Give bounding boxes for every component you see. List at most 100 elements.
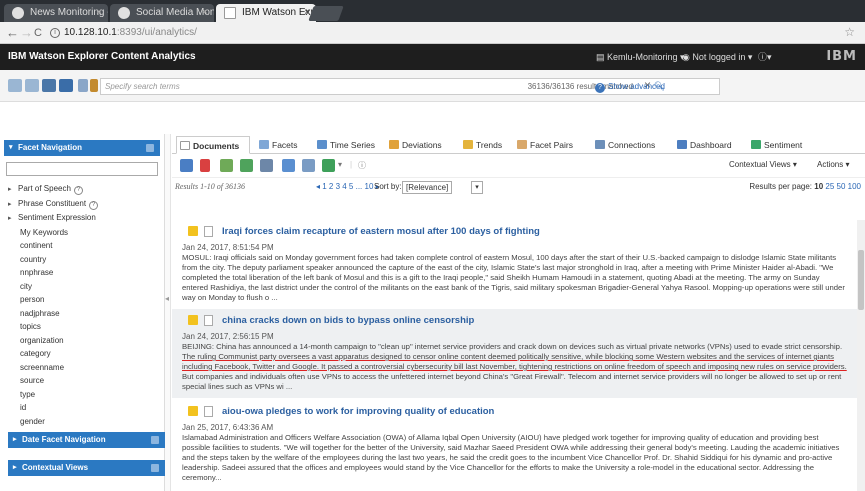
refresh-icon[interactable]: [59, 79, 73, 92]
sentiment-icon: [751, 140, 761, 149]
login-menu[interactable]: ◉ Not logged in ▾: [682, 44, 752, 70]
url-field[interactable]: i 10.128.10.1:8393/ui/analytics/: [50, 24, 835, 42]
facet-navigation-header[interactable]: ▾ Facet Navigation: [4, 140, 160, 156]
page-links[interactable]: ◂ 1 2 3 4 5 ... 10 ▸: [316, 178, 380, 196]
result-title[interactable]: aiou-owa pledges to work for improving q…: [222, 404, 494, 419]
contextual-views-header[interactable]: ▸ Contextual Views: [8, 460, 165, 476]
analytics-tabs: Documents Facets Time Series Deviations …: [172, 134, 865, 154]
edit-icon[interactable]: [180, 159, 193, 172]
bookmark-star-icon[interactable]: ☆: [844, 25, 855, 39]
tab-connections[interactable]: Connections: [592, 136, 655, 154]
facet-item[interactable]: nadjphrase: [0, 307, 164, 321]
forward-arrow-icon[interactable]: [25, 79, 39, 92]
result-title[interactable]: china cracks down on bids to bypass onli…: [222, 313, 474, 328]
show-advanced-link[interactable]: ? Show advanced: [595, 78, 665, 95]
tab-facet-pairs[interactable]: Facet Pairs: [514, 136, 573, 154]
snippet-text: BEIJING: China has announced a 14-month …: [182, 342, 843, 351]
layout-icon[interactable]: [78, 79, 88, 92]
help-icon[interactable]: ?: [89, 200, 99, 210]
sort-select[interactable]: [Relevance]: [402, 181, 453, 194]
facet-sentiment-expression[interactable]: ▸ Sentiment Expression: [0, 211, 164, 226]
facet-pairs-icon: [517, 140, 527, 149]
browser-tab-watson[interactable]: IBM Watson Explor ×: [216, 4, 316, 22]
facet-label: Part of Speech: [18, 184, 71, 193]
help-icon[interactable]: ?: [73, 186, 83, 195]
tab-trends[interactable]: Trends: [460, 136, 502, 154]
facet-item[interactable]: person: [0, 293, 164, 307]
contextual-views-menu[interactable]: Contextual Views ▾: [729, 160, 797, 169]
help-icon[interactable]: ⓘ: [358, 160, 366, 171]
facet-part-of-speech[interactable]: ▸ Part of Speech?: [0, 182, 164, 197]
expand-panel-icon[interactable]: [151, 436, 159, 444]
facet-item[interactable]: country: [0, 253, 164, 267]
chevron-down-icon[interactable]: ▾: [338, 160, 342, 169]
close-icon[interactable]: ×: [202, 4, 208, 22]
scrollbar-thumb[interactable]: [858, 250, 864, 310]
results-scrollbar[interactable]: [857, 220, 865, 491]
deviations-icon: [389, 140, 399, 149]
facet-item[interactable]: continent: [0, 239, 164, 253]
chevron-down-icon[interactable]: ▾: [471, 181, 483, 194]
result-item: china cracks down on bids to bypass onli…: [172, 309, 857, 398]
reload-icon[interactable]: C: [34, 25, 42, 41]
download-icon[interactable]: [322, 159, 335, 172]
actions-menu[interactable]: Actions ▾: [817, 160, 849, 169]
document-icon[interactable]: [204, 226, 213, 237]
collapse-icon[interactable]: [146, 144, 154, 152]
facet-item[interactable]: id: [0, 401, 164, 415]
flag-icon[interactable]: [200, 159, 210, 172]
facet-item[interactable]: gender: [0, 415, 164, 429]
list-icon[interactable]: [260, 159, 273, 172]
per-page-options[interactable]: 25 50 100: [825, 182, 861, 191]
result-title[interactable]: Iraqi forces claim recapture of eastern …: [222, 224, 540, 239]
tab-deviations[interactable]: Deviations: [386, 136, 442, 154]
facet-filter-input[interactable]: [6, 162, 158, 176]
forward-icon[interactable]: →: [20, 25, 33, 41]
folder-icon[interactable]: [188, 406, 198, 416]
back-arrow-icon[interactable]: [8, 79, 22, 92]
facet-item[interactable]: organization: [0, 334, 164, 348]
close-icon[interactable]: ×: [96, 4, 102, 22]
report-icon[interactable]: [302, 159, 315, 172]
facet-item[interactable]: nnphrase: [0, 266, 164, 280]
facet-item[interactable]: category: [0, 347, 164, 361]
search-document-icon[interactable]: [282, 159, 295, 172]
browser-tab-social[interactable]: Social Media Monit ×: [110, 4, 214, 22]
tab-sentiment[interactable]: Sentiment: [748, 136, 802, 154]
collection-menu[interactable]: ▤ Kemlu-Monitoring ▾: [596, 44, 685, 70]
folder-icon[interactable]: [188, 315, 198, 325]
browser-tab-news[interactable]: News Monitoring - K ×: [4, 4, 108, 22]
tab-label: Dashboard: [690, 140, 732, 150]
tab-time-series[interactable]: Time Series: [314, 136, 375, 154]
tab-documents[interactable]: Documents: [176, 136, 251, 154]
tab-dashboard[interactable]: Dashboard: [674, 136, 732, 154]
facet-item[interactable]: city: [0, 280, 164, 294]
export-icon[interactable]: [220, 159, 233, 172]
panel-splitter[interactable]: ◂: [165, 134, 171, 491]
new-tab-button[interactable]: [308, 6, 344, 21]
result-item: Iraqi forces claim recapture of eastern …: [172, 220, 857, 309]
facet-item[interactable]: screenname: [0, 361, 164, 375]
tab-facets[interactable]: Facets: [256, 136, 298, 154]
facet-item[interactable]: My Keywords: [0, 226, 164, 240]
time-series-icon: [317, 140, 327, 149]
help-menu[interactable]: ⓘ▾: [758, 44, 772, 70]
back-icon[interactable]: ←: [6, 25, 19, 41]
folder-icon[interactable]: [188, 226, 198, 236]
add-document-icon[interactable]: [240, 159, 253, 172]
facet-item[interactable]: topics: [0, 320, 164, 334]
tab-label: Facets: [272, 140, 298, 150]
info-icon[interactable]: i: [50, 28, 60, 38]
date-facet-navigation-header[interactable]: ▸ Date Facet Navigation: [8, 432, 165, 448]
collapse-arrow-icon[interactable]: ◂: [165, 294, 169, 303]
facet-phrase-constituent[interactable]: ▸ Phrase Constituent?: [0, 197, 164, 212]
facet-item[interactable]: source: [0, 374, 164, 388]
connections-icon: [595, 140, 605, 149]
document-icon[interactable]: [204, 406, 213, 417]
document-icon[interactable]: [204, 315, 213, 326]
chevron-down-icon: ▾: [9, 144, 13, 151]
expand-panel-icon[interactable]: [151, 464, 159, 472]
save-icon[interactable]: [42, 79, 56, 92]
filter-dropdown-icon[interactable]: [90, 79, 98, 92]
facet-item[interactable]: type: [0, 388, 164, 402]
